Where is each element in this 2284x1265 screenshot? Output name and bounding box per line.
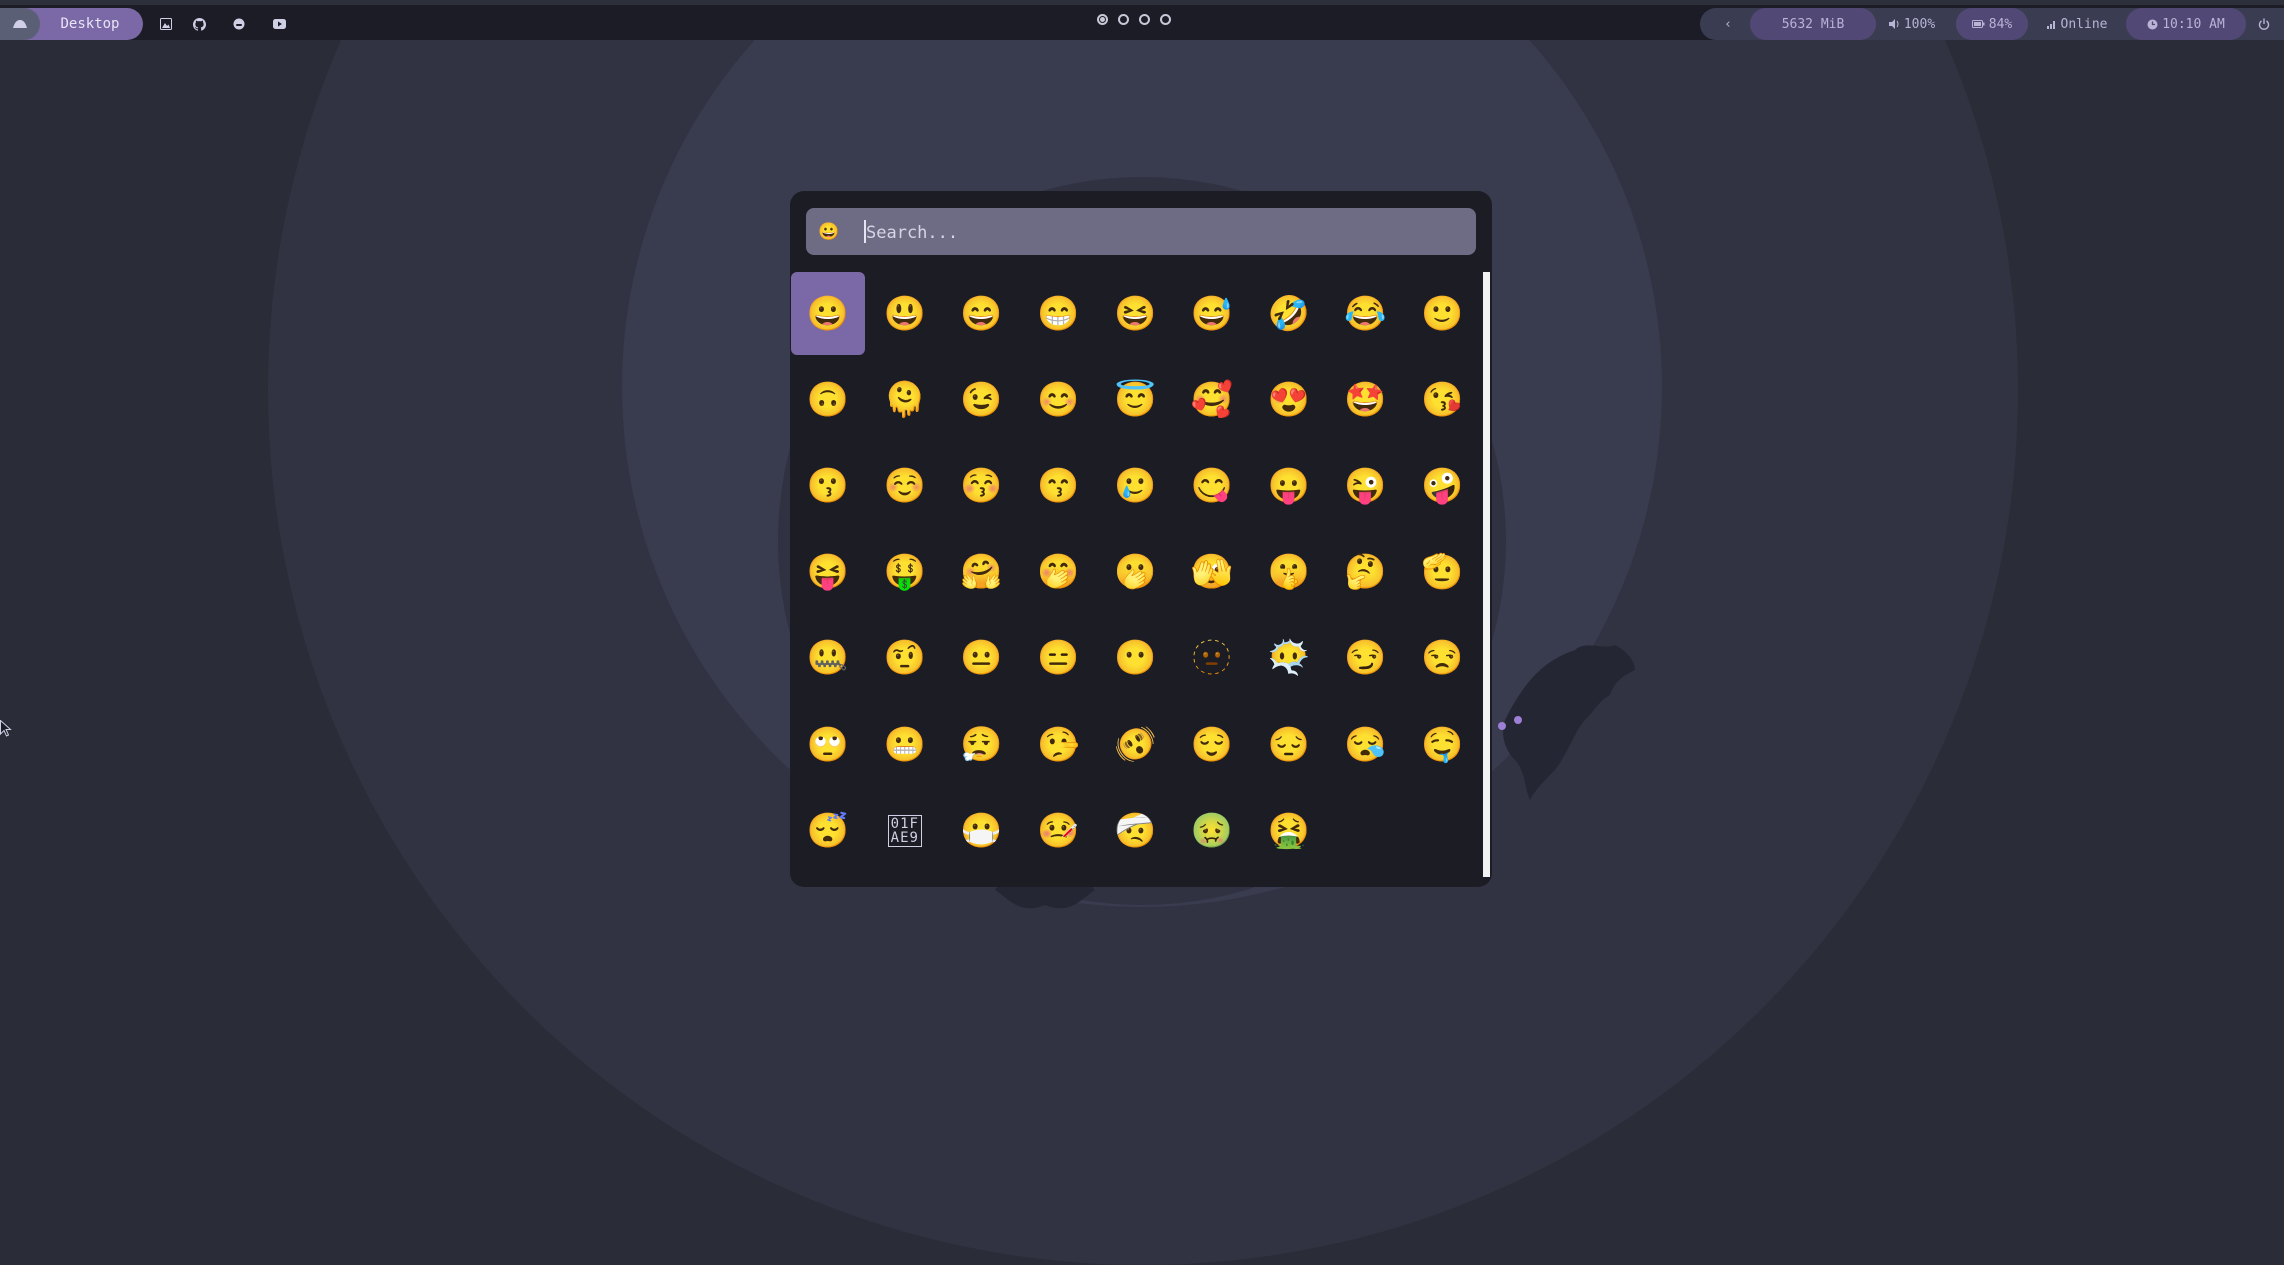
battery-icon xyxy=(1971,20,1985,28)
emoji-picker: 😀 😀😃😄😁😆😅🤣😂🙂🙃🫠😉😊😇🥰😍🤩😘😗☺️😚😙🥲😋😛😜🤪😝🤑🤗🤭🫢🫣🤫🤔🫡🤐… xyxy=(790,191,1492,887)
workspace-dot[interactable] xyxy=(1097,14,1108,25)
search-bar[interactable]: 😀 xyxy=(806,208,1476,255)
emoji-cell[interactable]: 🤗 xyxy=(945,531,1019,614)
emoji-cell[interactable]: 😇 xyxy=(1098,358,1172,441)
speaker-icon xyxy=(1888,19,1899,29)
emoji-cell[interactable]: 😋 xyxy=(1175,444,1249,527)
emoji-cell[interactable]: 🤑 xyxy=(868,531,942,614)
emoji-cell[interactable]: 🤔 xyxy=(1329,531,1403,614)
memory-widget[interactable]: 5632 MiB xyxy=(1750,8,1876,40)
emoji-cell[interactable]: 😜 xyxy=(1329,444,1403,527)
collapse-arrow-icon[interactable]: ‹ xyxy=(1712,8,1744,40)
emoji-cell[interactable]: 😃 xyxy=(868,272,942,355)
workspace-indicators xyxy=(1097,14,1171,25)
emoji-cell[interactable]: 🤩 xyxy=(1329,358,1403,441)
emoji-cell[interactable]: 😬 xyxy=(868,703,942,786)
emoji-cell[interactable]: 🙃 xyxy=(791,358,865,441)
emoji-cell[interactable]: 😶‍🌫️ xyxy=(1252,617,1326,700)
emoji-cell[interactable]: 😊 xyxy=(1021,358,1095,441)
emoji-cell[interactable]: 😐 xyxy=(945,617,1019,700)
emoji-cell[interactable]: 🫣 xyxy=(1175,531,1249,614)
top-bar: Desktop ‹ 5632 MiB 100% 84% Online 10:10… xyxy=(0,0,2284,40)
emoji-cell[interactable]: 🤥 xyxy=(1021,703,1095,786)
emoji-cell[interactable]: 🙄 xyxy=(791,703,865,786)
power-icon[interactable] xyxy=(2252,8,2276,40)
emoji-cell[interactable]: 😮‍💨 xyxy=(945,703,1019,786)
workspace-dot[interactable] xyxy=(1160,14,1171,25)
emoji-cell[interactable]: 😀 xyxy=(791,272,865,355)
clock-time: 10:10 AM xyxy=(2162,16,2225,32)
emoji-cell[interactable]: 🤢 xyxy=(1175,789,1249,872)
network-widget[interactable]: Online xyxy=(2036,8,2118,40)
emoji-cell[interactable]: 😚 xyxy=(945,444,1019,527)
emoji-cell[interactable]: 😌 xyxy=(1175,703,1249,786)
distro-logo-icon[interactable] xyxy=(0,8,40,40)
scrollbar[interactable] xyxy=(1483,272,1490,877)
search-input[interactable] xyxy=(864,216,1458,249)
emoji-cell[interactable]: 😙 xyxy=(1021,444,1095,527)
volume-value: 100% xyxy=(1903,16,1936,32)
clock-icon xyxy=(2147,19,2158,29)
emoji-cell[interactable]: 🤣 xyxy=(1252,272,1326,355)
emoji-cell[interactable]: 😶 xyxy=(1098,617,1172,700)
emoji-cell[interactable]: 😪 xyxy=(1329,703,1403,786)
network-status: Online xyxy=(2060,16,2108,32)
emoji-cell[interactable]: 🤫 xyxy=(1252,531,1326,614)
bat-illustration xyxy=(1498,645,1635,800)
emoji-cell[interactable]: 🫢 xyxy=(1098,531,1172,614)
emoji-cell[interactable]: 🤨 xyxy=(868,617,942,700)
emoji-cell[interactable]: 😏 xyxy=(1329,617,1403,700)
emoji-cell[interactable]: 🫨 xyxy=(1098,703,1172,786)
emoji-cell[interactable]: 😘 xyxy=(1405,358,1479,441)
emoji-cell[interactable]: 🤐 xyxy=(791,617,865,700)
emoji-cell[interactable]: 😝 xyxy=(791,531,865,614)
emoji-cell[interactable]: 🤮 xyxy=(1252,789,1326,872)
emoji-cell[interactable]: 🤭 xyxy=(1021,531,1095,614)
clock-widget[interactable]: 10:10 AM xyxy=(2126,8,2246,40)
emoji-grid: 😀 😃 😄 😁 😆 😅 🤣 😂 🙂 🙃 🫠 😉 😊 😇 🥰 😍 🤩 😘 😗 ☺️ 😚 😙 🥲 😋 😛 😜 🤪 😝 🤑 🤗 🤭 🫢 🫣 🤫 🤔 🫡 🤐 🤨 😐… xyxy=(790,272,1480,877)
text-cursor xyxy=(864,220,866,243)
workspace-label[interactable]: Desktop xyxy=(40,8,140,40)
battery-widget[interactable]: 84% xyxy=(1956,8,2028,40)
emoji-cell[interactable]: 🤕 xyxy=(1098,789,1172,872)
emoji-cell[interactable]: 😷 xyxy=(945,789,1019,872)
emoji-cell[interactable]: 😴 xyxy=(791,789,865,872)
reddit-icon[interactable] xyxy=(229,14,249,34)
emoji-cell[interactable]: 😅 xyxy=(1175,272,1249,355)
workspace-dot[interactable] xyxy=(1118,14,1129,25)
emoji-cell[interactable]: 😉 xyxy=(945,358,1019,441)
emoji-cell[interactable]: 🤪 xyxy=(1405,444,1479,527)
emoji-cell[interactable]: 😆 xyxy=(1098,272,1172,355)
youtube-icon[interactable] xyxy=(269,14,289,34)
emoji-cell[interactable]: 😗 xyxy=(791,444,865,527)
emoji-cell[interactable]: 😄 xyxy=(945,272,1019,355)
signal-icon xyxy=(2046,21,2055,29)
emoji-cell[interactable]: 01F AE9 xyxy=(868,789,942,872)
emoji-cell[interactable]: 🤒 xyxy=(1021,789,1095,872)
mouse-pointer-icon xyxy=(0,720,12,737)
emoji-cell[interactable]: 🫠 xyxy=(868,358,942,441)
battery-value: 84% xyxy=(1988,16,2013,32)
emoji-cell[interactable]: 🥲 xyxy=(1098,444,1172,527)
emoji-cell[interactable]: 😛 xyxy=(1252,444,1326,527)
emoji-cell[interactable]: 😔 xyxy=(1252,703,1326,786)
memory-value: 5632 MiB xyxy=(1781,16,1845,32)
emoji-cell[interactable]: 😂 xyxy=(1329,272,1403,355)
emoji-cell[interactable]: 🫡 xyxy=(1405,531,1479,614)
workspace-dot[interactable] xyxy=(1139,14,1150,25)
emoji-cell[interactable]: 😒 xyxy=(1405,617,1479,700)
github-icon[interactable] xyxy=(189,14,209,34)
emoji-cell[interactable]: 😑 xyxy=(1021,617,1095,700)
volume-widget[interactable]: 100% xyxy=(1876,8,1948,40)
image-icon[interactable] xyxy=(156,14,176,34)
emoji-icon: 😀 xyxy=(818,221,840,242)
missing-glyph-code: 01F AE9 xyxy=(887,814,922,847)
emoji-cell[interactable]: 🤤 xyxy=(1405,703,1479,786)
emoji-cell[interactable]: 😍 xyxy=(1252,358,1326,441)
emoji-cell[interactable]: ☺️ xyxy=(868,444,942,527)
emoji-cell[interactable]: 🫥 xyxy=(1175,617,1249,700)
emoji-cell[interactable]: 😁 xyxy=(1021,272,1095,355)
emoji-cell[interactable]: 🙂 xyxy=(1405,272,1479,355)
emoji-cell[interactable]: 🥰 xyxy=(1175,358,1249,441)
